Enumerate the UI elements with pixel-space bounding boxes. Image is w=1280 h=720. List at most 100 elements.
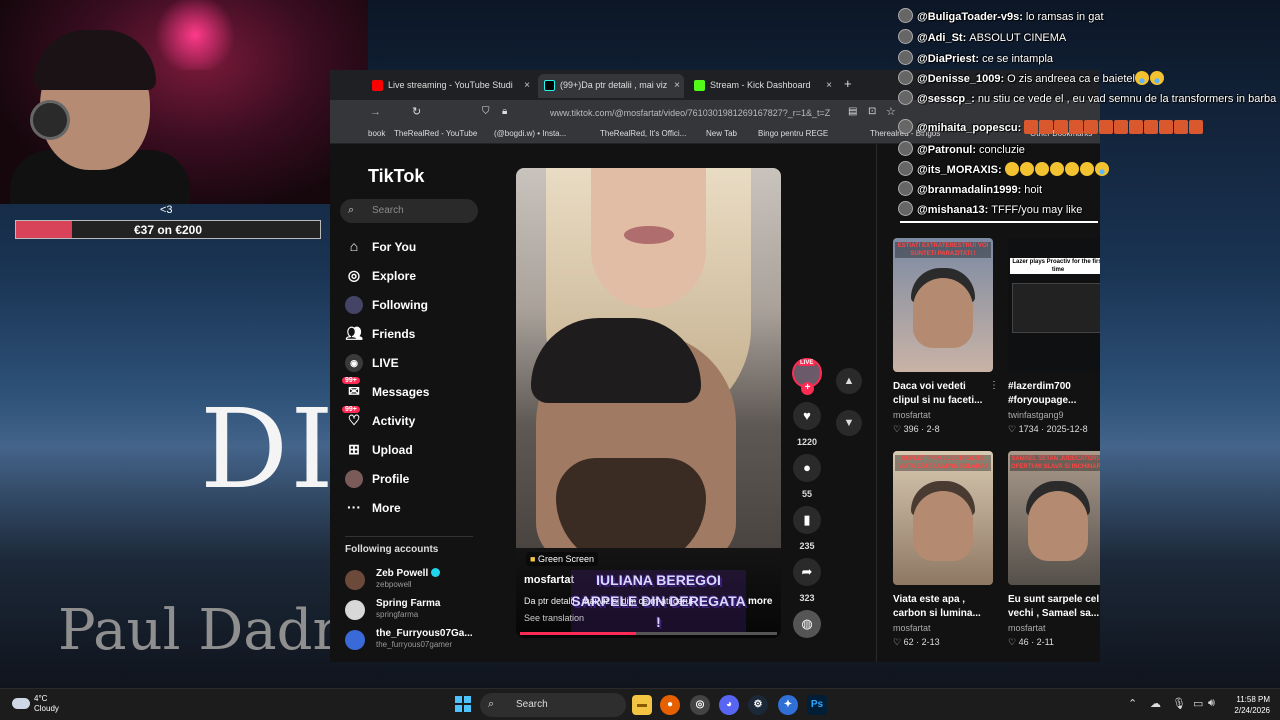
system-clock[interactable]: 11:58 PM 2/24/2026 <box>1222 694 1270 716</box>
photoshop-icon[interactable]: Ps <box>807 695 827 715</box>
video-stats: ♡ 396 · 2-8 <box>893 424 940 434</box>
nav-label: LIVE <box>372 356 399 370</box>
obs-icon[interactable]: ◎ <box>690 695 710 715</box>
mic-icon[interactable]: 🎙︎ <box>1172 697 1186 710</box>
chat-message: @BuligaToader-v9s: lo ramsas in gat <box>898 8 1104 26</box>
clock-time: 11:58 PM <box>1236 695 1270 704</box>
messages-icon: ✉ <box>348 383 360 399</box>
account-handle: zebpowell <box>376 580 412 589</box>
nav-for-you[interactable]: ⌂ For You <box>344 236 484 260</box>
tiktok-logo[interactable]: TikTok <box>368 166 424 187</box>
nav-activity[interactable]: ♡ 99+ Activity <box>342 406 484 434</box>
steam-icon[interactable]: ⚙ <box>748 695 768 715</box>
tab-youtube-studio[interactable]: Live streaming - YouTube Studi × <box>366 74 534 98</box>
save-button[interactable]: ▮ <box>793 506 821 534</box>
nav-label: Upload <box>372 443 413 457</box>
video-stats: ♡ 62 · 2-13 <box>893 637 940 647</box>
tiktok-search-input[interactable]: ⌕ Search <box>340 199 478 223</box>
emote-icon <box>1114 120 1129 134</box>
reload-icon[interactable]: ↻ <box>412 105 421 118</box>
more-link[interactable]: more <box>748 596 772 607</box>
url-field[interactable]: www.tiktok.com/@mosfartat/video/76103019… <box>550 108 830 118</box>
nav-label: For You <box>372 240 417 254</box>
weather-desc: Cloudy <box>34 704 59 713</box>
screenshot-icon[interactable]: ⊡ <box>868 106 876 117</box>
nav-following[interactable]: Following <box>344 294 484 318</box>
video-player[interactable]: ■ Green Screen mosfartat IULIANA BEREGOI… <box>516 168 781 638</box>
live-icon: ◉ <box>345 354 363 372</box>
chat-avatar <box>898 161 913 176</box>
following-account-item[interactable]: Spring Farma springfarma <box>345 598 485 628</box>
bookmark-item[interactable]: (@bogdi.w) • Insta... <box>494 129 566 138</box>
chat-username: @its_MORAXIS: <box>917 164 1002 176</box>
file-explorer-icon[interactable]: ▬ <box>632 695 652 715</box>
search-icon: ⌕ <box>348 204 355 216</box>
close-icon[interactable]: × <box>826 80 832 91</box>
tab-kick-dashboard[interactable]: Stream - Kick Dashboard × <box>688 74 836 98</box>
video-stats: ♡ 46 · 2-11 <box>1008 637 1054 647</box>
heart-icon: ♥ <box>803 408 811 423</box>
search-icon: ⌕ <box>488 698 495 710</box>
nav-label: More <box>372 501 401 515</box>
close-icon[interactable]: × <box>674 80 680 91</box>
bookmark-item[interactable]: New Tab <box>706 129 737 138</box>
volume-icon[interactable]: 🔊︎ <box>1208 697 1215 710</box>
emote-icon <box>1144 120 1159 134</box>
battlenet-icon[interactable]: ✦ <box>778 695 798 715</box>
like-button[interactable]: ♥ <box>793 402 821 430</box>
kick-icon <box>694 80 705 91</box>
nav-live[interactable]: ◉ LIVE <box>344 352 484 376</box>
new-tab-button[interactable]: + <box>844 76 852 91</box>
video-title: #lazerdim700 #foryoupage... <box>1008 381 1077 406</box>
sound-disc-button[interactable]: ◍ <box>793 610 821 638</box>
comment-button[interactable]: ● <box>793 454 821 482</box>
more-options-icon[interactable]: ⋮ <box>989 380 999 391</box>
nav-friends[interactable]: 👥︎ Friends <box>344 323 484 347</box>
nav-upload[interactable]: ⊞ Upload <box>344 439 484 463</box>
firefox-icon[interactable]: ● <box>660 695 680 715</box>
tab-tiktok[interactable]: (99+)Da ptr detalii , mai viz × <box>538 74 684 98</box>
monitor-icon[interactable]: ▭ <box>1193 697 1203 710</box>
taskbar-search[interactable]: ⌕ Search <box>480 693 626 717</box>
bookmark-item[interactable]: TheRealRed - YouTube <box>394 129 477 138</box>
chat-avatar <box>898 181 913 196</box>
bookmark-item[interactable]: book <box>368 129 385 138</box>
previous-video-button[interactable]: ▲ <box>836 368 862 394</box>
nav-messages[interactable]: ✉ 99+ Messages <box>342 377 484 405</box>
discord-icon[interactable]: ◕ <box>719 695 739 715</box>
video-author: mosfartat <box>893 623 931 633</box>
following-account-item[interactable]: Zeb Powell zebpowell <box>345 568 485 598</box>
lock-icon[interactable]: 🔒︎ <box>502 106 507 117</box>
bookmark-item[interactable]: TheRealRed, It's Offici... <box>600 129 686 138</box>
nav-profile[interactable]: Profile <box>344 468 484 492</box>
back-icon[interactable]: → <box>370 106 381 118</box>
next-video-button[interactable]: ▼ <box>836 410 862 436</box>
green-screen-tag[interactable]: ■ Green Screen <box>526 552 598 566</box>
onedrive-icon[interactable]: ☁ <box>1150 697 1161 710</box>
emote-icon <box>1064 162 1079 176</box>
video-thumbnail: SUFLET PRIN ELECTROLITE VIATA ESTE LUMIN… <box>893 451 993 585</box>
close-icon[interactable]: × <box>524 80 530 91</box>
follow-plus-button[interactable]: + <box>801 382 814 395</box>
webcam-feed <box>0 0 368 204</box>
following-account-item[interactable]: the_Furryous07Ga... the_furryous07gamer <box>345 628 485 658</box>
video-username[interactable]: mosfartat <box>524 574 574 586</box>
windows-start-button[interactable] <box>455 696 471 712</box>
share-button[interactable]: ➦ <box>793 558 821 586</box>
shield-icon[interactable]: ⛉ <box>482 106 490 117</box>
music-disc-icon: ◍ <box>801 616 813 631</box>
video-thumbnail: ESTIATI EXTRATERESTRU! VOI SUNTETI PARAZ… <box>893 238 993 372</box>
bookmark-star-icon[interactable]: ☆ <box>886 105 896 118</box>
nav-explore[interactable]: ◎ Explore <box>344 265 484 289</box>
reader-icon[interactable]: ▤ <box>848 106 857 117</box>
see-translation-link[interactable]: See translation <box>524 613 584 623</box>
bookmark-item[interactable]: Bingo pentru REGE <box>758 129 828 138</box>
video-progress-bar[interactable] <box>520 632 777 635</box>
nav-more[interactable]: ··· More <box>344 497 484 521</box>
account-name: Spring Farma <box>376 598 441 609</box>
account-handle: springfarma <box>376 610 419 619</box>
weather-widget[interactable]: 4°C Cloudy <box>34 694 59 714</box>
chat-avatar <box>898 8 913 23</box>
chevron-up-icon[interactable]: ⌃ <box>1128 697 1137 710</box>
chat-message: @Patronul: concluzie <box>898 141 1025 159</box>
